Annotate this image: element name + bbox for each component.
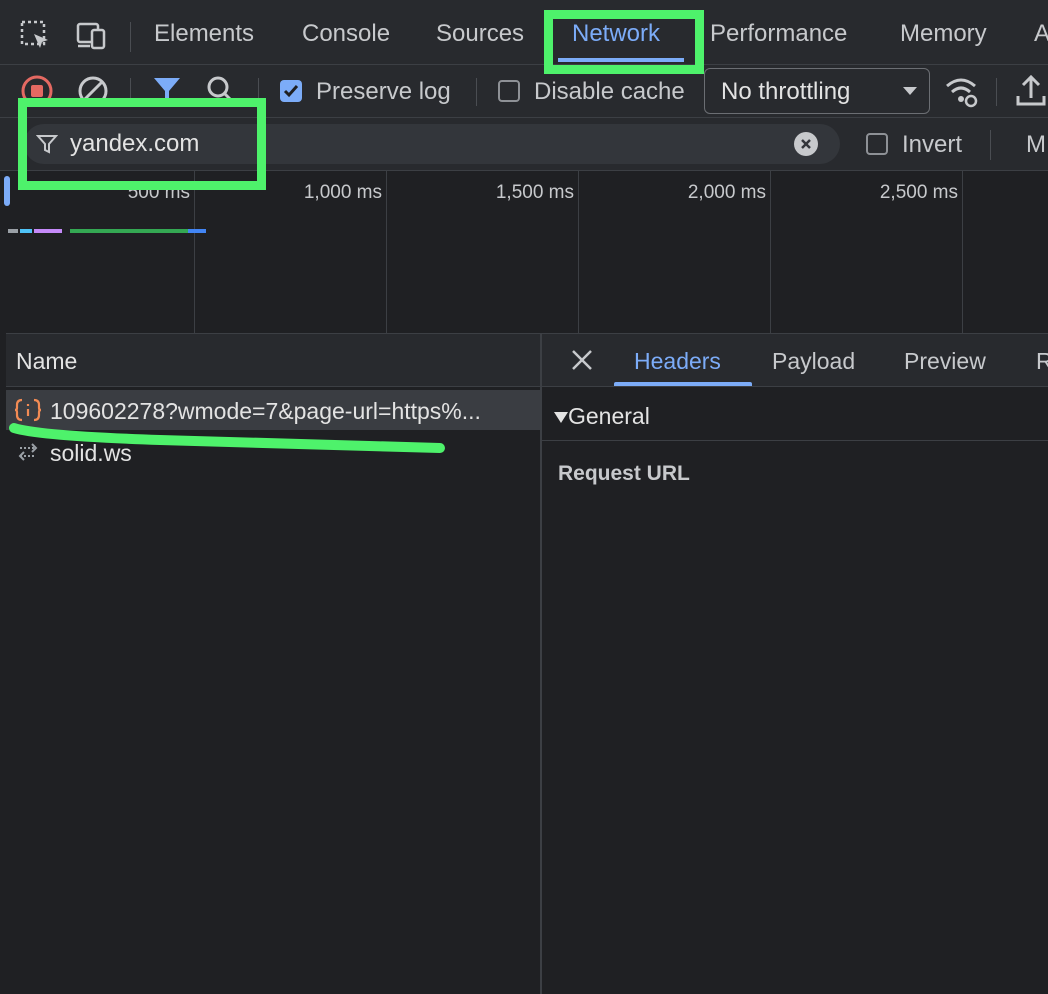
waterfall-bar bbox=[188, 229, 206, 233]
general-section-title: General bbox=[568, 403, 650, 429]
divider bbox=[476, 78, 477, 106]
clear-filter-button[interactable] bbox=[794, 132, 818, 156]
preserve-log-checkbox[interactable] bbox=[280, 80, 302, 102]
checkmark-icon bbox=[283, 85, 299, 98]
timeline-gridline bbox=[194, 171, 195, 333]
tab-performance[interactable]: Performance bbox=[710, 20, 847, 48]
wifi-settings-icon bbox=[946, 78, 978, 108]
column-header-name[interactable]: Name bbox=[16, 348, 77, 375]
tab-memory[interactable]: Memory bbox=[900, 20, 987, 48]
invert-checkbox[interactable] bbox=[866, 133, 888, 155]
tab-preview[interactable]: Preview bbox=[904, 348, 986, 375]
invert-label[interactable]: Invert bbox=[902, 131, 962, 159]
timeline-gridline bbox=[386, 171, 387, 333]
waterfall-bar bbox=[70, 229, 188, 233]
divider bbox=[130, 22, 131, 52]
waterfall-bar bbox=[8, 229, 18, 233]
chevron-down-icon bbox=[903, 87, 917, 95]
import-har-button[interactable] bbox=[1014, 72, 1048, 110]
inspect-element-icon[interactable] bbox=[18, 18, 54, 54]
active-tab-indicator bbox=[614, 382, 752, 386]
close-icon bbox=[801, 139, 811, 149]
timeline-gridline bbox=[962, 171, 963, 333]
close-icon bbox=[572, 350, 592, 370]
waterfall-bar bbox=[34, 229, 62, 233]
close-details-button[interactable] bbox=[568, 346, 596, 374]
waterfall-bar bbox=[20, 229, 32, 233]
upload-icon bbox=[1016, 74, 1046, 106]
throttling-value: No throttling bbox=[721, 78, 851, 105]
timeline-gridline bbox=[770, 171, 771, 333]
disable-cache-label[interactable]: Disable cache bbox=[534, 78, 685, 106]
annotation-box-network-tab bbox=[544, 10, 704, 74]
request-url-label: Request URL bbox=[558, 462, 690, 485]
network-conditions-button[interactable] bbox=[942, 72, 980, 110]
tab-payload[interactable]: Payload bbox=[772, 348, 855, 375]
divider bbox=[990, 130, 991, 160]
preserve-log-label[interactable]: Preserve log bbox=[316, 78, 451, 106]
timeline-tick-label: 1,000 ms bbox=[303, 182, 382, 203]
tab-headers[interactable]: Headers bbox=[634, 348, 721, 375]
disable-cache-checkbox[interactable] bbox=[498, 80, 520, 102]
general-section-header[interactable]: General bbox=[542, 388, 1048, 441]
tab-response-truncated[interactable]: R bbox=[1036, 348, 1048, 375]
requests-table-header[interactable]: Name bbox=[6, 334, 540, 387]
tab-sources[interactable]: Sources bbox=[436, 20, 524, 48]
throttling-select[interactable]: No throttling bbox=[704, 68, 930, 114]
divider bbox=[996, 78, 997, 106]
more-filters-truncated[interactable]: M bbox=[1026, 131, 1046, 159]
timeline-tick-label: 2,000 ms bbox=[687, 182, 766, 203]
timeline-gridline bbox=[578, 171, 579, 333]
expand-triangle-icon bbox=[554, 412, 568, 423]
tab-application-truncated[interactable]: A bbox=[1034, 20, 1048, 48]
request-details-tabs: Headers Payload Preview R bbox=[542, 334, 1048, 387]
tab-console[interactable]: Console bbox=[302, 20, 390, 48]
annotation-underline bbox=[9, 423, 445, 453]
device-toolbar-icon[interactable] bbox=[74, 18, 110, 54]
annotation-box-filter bbox=[18, 98, 266, 190]
timeline-resizer-handle[interactable] bbox=[4, 176, 10, 206]
timeline-tick-label: 1,500 ms bbox=[495, 182, 574, 203]
tab-elements[interactable]: Elements bbox=[154, 20, 254, 48]
timeline-tick-label: 2,500 ms bbox=[879, 182, 958, 203]
